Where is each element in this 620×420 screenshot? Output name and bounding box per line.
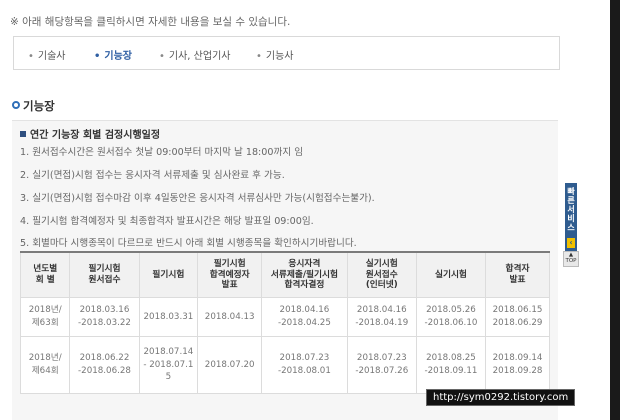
table-cell: 2018.08.25 -2018.09.11 (415, 336, 487, 394)
table-cell: 2018.06.22 -2018.06.28 (69, 336, 140, 394)
bullet-icon: • (159, 51, 165, 62)
header-practical-apply: 실기시험 원서접수 (인터넷) (346, 251, 417, 298)
table-cell: 2018.07.20 (197, 336, 263, 394)
schedule-table: 년도별 회 별 필기시험 원서접수 필기시험 필기시험 합격예정자 발표 응시자격 서류제… (19, 251, 550, 394)
bullet-icon: • (28, 51, 34, 62)
header-written-apply: 필기시험 원서접수 (69, 251, 140, 298)
table-cell: 2018.04.16 -2018.04.25 (261, 297, 348, 337)
header-qualification: 응시자격 서류제출/필기시험 합격자결정 (261, 251, 348, 298)
note-item: 5. 회별마다 시행종목이 다르므로 반드시 아래 회별 시행종목을 확인하시기… (20, 238, 357, 249)
section-title-text: 기능장 (23, 99, 55, 113)
tab-label: 기술사 (37, 51, 66, 62)
table-cell: 2018.06.15 2018.06.29 (485, 297, 550, 337)
tab-gineungsa[interactable]: • 기능사 (256, 47, 294, 62)
table-cell: 2018.04.13 (197, 297, 263, 337)
page-frame: ※ 아래 해당항목을 클릭하시면 자세한 내용을 보실 수 있습니다. • 기술사… (0, 0, 610, 420)
note-item: 2. 실기(면접)시험 접수는 응시자격 서류제출 및 심사완료 후 가능. (20, 170, 285, 181)
table-cell: 2018.03.16 -2018.03.22 (69, 297, 140, 337)
quick-service-widget[interactable]: 빠 른 서 비 스 ‹ (565, 183, 577, 251)
table-cell: 2018.07.14- 2018.07.1 5 (138, 336, 199, 394)
bullet-icon: • (94, 51, 101, 62)
section-title: 기능장 (12, 98, 55, 114)
tab-gisa-sanup[interactable]: • 기사, 산업기사 (159, 47, 230, 62)
tab-label: 기능사 (265, 51, 294, 62)
tab-gineungjang[interactable]: • 기능장 (94, 47, 132, 62)
chevron-left-icon[interactable]: ‹ (567, 238, 575, 248)
bullet-icon: • (256, 51, 262, 62)
header-practical-exam: 실기시험 (415, 251, 487, 298)
header-written-exam: 필기시험 (138, 251, 199, 298)
note-item: 1. 원서접수시간은 원서접수 첫날 09:00부터 마지막 날 18:00까지… (20, 147, 304, 158)
table-cell: 2018.07.23 -2018.07.26 (346, 336, 417, 394)
tab-label: 기능장 (104, 51, 133, 62)
note-item: 4. 필기시험 합격예정자 및 최종합격자 발표시간은 해당 발표일 09:00… (20, 216, 314, 227)
table-cell: 2018년/제63회 (19, 297, 71, 337)
watermark: http://sym0292.tistory.com (426, 389, 576, 406)
scroll-top-button[interactable]: ▲ TOP (563, 251, 579, 267)
notice-text: ※ 아래 해당항목을 클릭하시면 자세한 내용을 보실 수 있습니다. (10, 16, 291, 28)
square-bullet-icon (20, 131, 26, 137)
table-cell: 2018.07.23 -2018.08.01 (261, 336, 348, 394)
window-edge (610, 0, 620, 420)
table-cell: 2018.03.31 (138, 297, 199, 337)
subheading-text: 연간 기능장 회별 검정시행일정 (30, 130, 161, 141)
subheading: 연간 기능장 회별 검정시행일정 (20, 126, 160, 141)
header-written-pass: 필기시험 합격예정자 발표 (197, 251, 263, 298)
tab-gisulsa[interactable]: • 기술사 (28, 47, 66, 62)
ring-bullet-icon (12, 101, 20, 109)
header-round: 년도별 회 별 (19, 251, 71, 298)
table-row: 2018년/제63회 2018.03.16 -2018.03.22 2018.03… (19, 297, 550, 337)
tab-label: 기사, 산업기사 (168, 51, 231, 62)
header-final-pass: 합격자 발표 (485, 251, 550, 298)
table-cell: 2018.09.14 2018.09.28 (485, 336, 550, 394)
table-cell: 2018.04.16 -2018.04.19 (346, 297, 417, 337)
note-item: 3. 실기(면접)시험 접수마감 이후 4일동안은 응시자격 서류심사만 가능(… (20, 193, 375, 204)
category-tabs: • 기술사 • 기능장 • 기사, 산업기사 • 기능사 (13, 36, 560, 70)
table-header-row: 년도별 회 별 필기시험 원서접수 필기시험 필기시험 합격예정자 발표 응시자격 서류제… (19, 251, 550, 298)
table-row: 2018년/제64회 2018.06.22 -2018.06.28 2018.07… (19, 336, 550, 394)
table-cell: 2018년/제64회 (19, 336, 71, 394)
table-cell: 2018.05.26 -2018.06.10 (415, 297, 487, 337)
